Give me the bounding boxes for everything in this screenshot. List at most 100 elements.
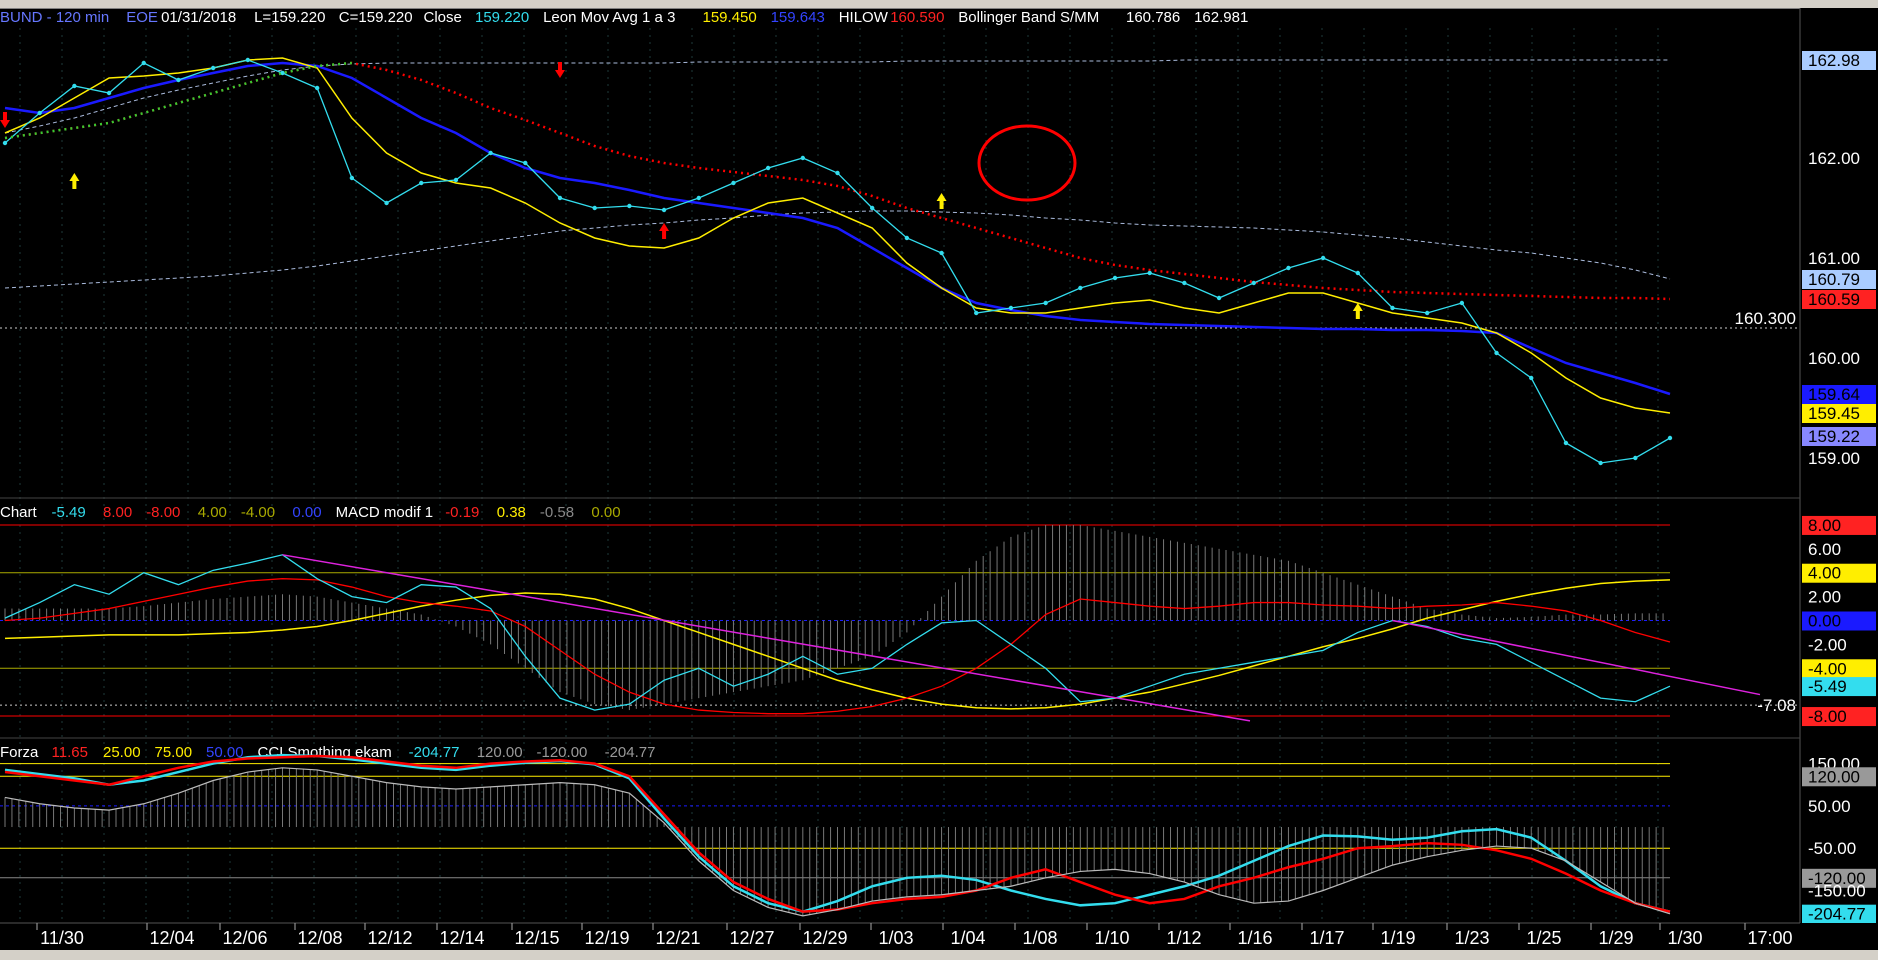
axis-tick-label: -5.49 [1808, 677, 1847, 696]
close-price-point [731, 180, 736, 186]
trendline-magenta [282, 554, 1251, 722]
close-price-point [314, 85, 320, 91]
panel-header-item: BUND - 120 min [0, 9, 109, 26]
hilow-line [4, 61, 1671, 301]
moving-average-yellow-line [4, 57, 1671, 414]
moving-average-blue-line [4, 61, 1671, 396]
axis-tick-label: -4.00 [1808, 659, 1847, 678]
panel-header-item: -5.49 [52, 504, 86, 521]
panel-header-item: -204.77 [605, 744, 656, 761]
panel-header-item: MACD modif 1 [336, 504, 434, 521]
panel-header-item: 159.643 [771, 9, 825, 26]
close-price-point [419, 180, 424, 186]
panel-header-item: C=159.220 [339, 9, 413, 26]
panel-header-item: 159.220 [475, 9, 529, 26]
panel-header-item: Chart [0, 504, 38, 521]
close-price-point [453, 177, 459, 183]
axis-tick-label: 159.45 [1808, 404, 1860, 423]
macd-histogram-bar-group [4, 524, 1664, 711]
close-price-point [1355, 270, 1361, 276]
axis-tick-label: 159.64 [1808, 385, 1860, 404]
close-price-point [1008, 305, 1014, 311]
axis-tick-label: 0.00 [1808, 612, 1841, 631]
close-price-point [2, 140, 8, 146]
chart-area[interactable]: BUND - 120 min EOE 01/31/2018 L=159.220 C=15… [0, 8, 1878, 950]
x-axis-tick-label: 11/30 [40, 928, 84, 948]
x-axis-tick-label: 12/27 [729, 928, 774, 948]
panel-header-item: 160.786 [1126, 9, 1180, 26]
close-price-point [835, 170, 840, 176]
panel-header-item: 01/31/2018 [161, 9, 236, 26]
buy-signal-arrow [659, 223, 670, 239]
close-price-point [974, 310, 979, 316]
x-axis-tick-label: 1/10 [1094, 928, 1129, 948]
x-axis-tick-label: 1/04 [950, 928, 985, 948]
buy-signal-arrow [1352, 303, 1363, 319]
axis-tick-label: 162.98 [1808, 51, 1860, 70]
axis-tick-label: 120.00 [1808, 767, 1860, 786]
panel-header-item: -204.77 [409, 744, 460, 761]
close-price-point [141, 60, 146, 66]
close-price-point [765, 165, 771, 171]
close-price-point [1286, 265, 1291, 271]
x-axis-tick-label: 1/17 [1309, 928, 1344, 948]
axis-tick-label: -150.00 [1808, 882, 1866, 901]
x-axis-tick-label: 1/08 [1022, 928, 1057, 948]
x-axis-tick-label: 1/25 [1526, 928, 1561, 948]
close-price-point [904, 235, 910, 241]
panel-header-item: -0.58 [540, 504, 574, 521]
panel-header-item: Close [424, 9, 462, 26]
close-price-point [245, 57, 251, 63]
axis-tick-label: -50.00 [1808, 839, 1856, 858]
close-price-point [1390, 305, 1395, 311]
close-price-point [800, 155, 806, 161]
panel-header-item: 11.65 [52, 744, 88, 761]
close-price-point [1424, 310, 1430, 316]
close-price-point [1563, 440, 1569, 446]
sell-signal-arrow [555, 62, 565, 78]
x-axis-tick-label: 1/03 [878, 928, 913, 948]
highlight-circle-annotation [977, 124, 1077, 202]
close-price-point [1494, 350, 1499, 356]
x-axis-tick-label: 1/16 [1237, 928, 1272, 948]
panel-header-item: EOE [126, 9, 158, 26]
trailing-stop-green-line [4, 61, 352, 140]
x-axis-tick-label: 12/19 [584, 928, 629, 948]
panel-header-item: -4.00 [241, 504, 275, 521]
buy-signal-arrow [936, 193, 947, 209]
axis-tick-label: 6.00 [1808, 540, 1841, 559]
x-axis-tick-label: 12/14 [439, 928, 484, 948]
x-axis-tick-label: 1/19 [1380, 928, 1415, 948]
panel-header-item: 0.00 [591, 504, 620, 521]
sell-signal-arrow [0, 112, 10, 128]
panel-header-item: -0.19 [445, 504, 479, 521]
x-axis-tick-label: 17:00 [1747, 928, 1792, 948]
axis-tick-label: 160.79 [1808, 270, 1860, 289]
panel-header-item: 159.450 [703, 9, 757, 26]
close-price-point [1078, 285, 1083, 291]
close-price-point [1598, 460, 1603, 466]
buy-signal-arrow [69, 173, 80, 189]
axis-tick-label: 159.00 [1808, 449, 1860, 468]
axis-tick-label: 2.00 [1808, 588, 1841, 607]
close-price-point [1112, 275, 1118, 281]
close-price-point [1216, 295, 1222, 301]
x-axis-tick-label: 12/15 [514, 928, 559, 948]
axis-tick-label: 162.00 [1808, 149, 1860, 168]
close-price-line [4, 59, 1671, 464]
axis-tick-label: 50.00 [1808, 797, 1851, 816]
panel-header-item: Forza [0, 744, 39, 761]
x-axis-tick-label: 12/04 [149, 928, 194, 948]
x-axis-tick-label: 1/12 [1166, 928, 1201, 948]
axis-tick-label: -204.77 [1808, 905, 1866, 924]
x-axis-tick-label: 1/29 [1598, 928, 1633, 948]
axis-tick-label: 8.00 [1808, 516, 1841, 535]
close-price-point [1459, 300, 1465, 306]
panel-header-item: L=159.220 [254, 9, 325, 26]
close-price-point [869, 205, 875, 211]
close-price-point [37, 110, 42, 116]
close-price-point [1529, 375, 1534, 381]
price-reference-label: 160.300 [1735, 309, 1796, 328]
close-price-point [939, 250, 944, 256]
bollinger-lower-line [4, 210, 1671, 289]
